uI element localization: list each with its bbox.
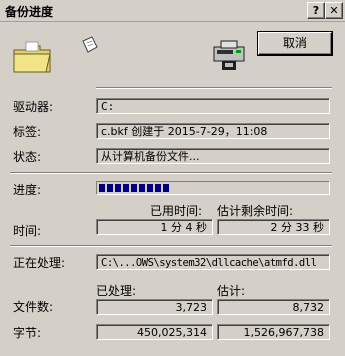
drive-label: 驱动器: [13, 100, 54, 114]
status-field: 从计算机备份文件... [96, 148, 330, 164]
estimated-header: 估计: [217, 284, 246, 298]
progress-block [155, 184, 161, 192]
tag-field: c.bkf 创建于 2015-7-29，11:08 [96, 123, 330, 139]
help-button[interactable]: ? [307, 2, 325, 19]
elapsed-time-field: 1 分 4 秒 [96, 219, 213, 235]
progress-fill [99, 184, 171, 192]
remaining-header: 估计剩余时间: [217, 204, 294, 218]
progress-bar [96, 181, 330, 195]
status-label: 状态: [13, 150, 42, 164]
files-estimated-field: 8,732 [217, 299, 330, 315]
progress-label: 进度: [13, 183, 42, 197]
files-processed-field: 3,723 [96, 299, 213, 315]
separator [96, 87, 332, 89]
processed-header: 已处理: [96, 284, 137, 298]
processing-label: 正在处理: [13, 256, 66, 270]
close-button[interactable]: ✕ [325, 2, 343, 19]
separator [10, 172, 332, 174]
progress-block [115, 184, 121, 192]
title-bar: 备份进度 ? ✕ [0, 0, 345, 22]
flying-document-icon [82, 36, 98, 53]
files-label: 文件数: [13, 300, 54, 314]
bytes-estimated-field: 1,526,967,738 [217, 324, 330, 340]
progress-block [163, 184, 169, 192]
progress-block [147, 184, 153, 192]
folder-icon [13, 41, 51, 73]
processing-field: C:\...OWS\system32\dllcache\atmfd.dll [96, 254, 330, 270]
remaining-time-field: 2 分 33 秒 [217, 219, 330, 235]
tape-drive-icon [213, 40, 245, 70]
bytes-label: 字节: [13, 326, 42, 340]
elapsed-header: 已用时间: [150, 204, 203, 218]
progress-block [107, 184, 113, 192]
cancel-button[interactable]: 取消 [258, 32, 332, 55]
window-title: 备份进度 [5, 5, 54, 19]
progress-block [139, 184, 145, 192]
progress-block [131, 184, 137, 192]
bytes-processed-field: 450,025,314 [96, 324, 213, 340]
drive-field: C: [96, 98, 330, 114]
time-label: 时间: [13, 224, 42, 238]
progress-block [123, 184, 129, 192]
tag-label: 标签: [13, 125, 42, 139]
separator [10, 245, 332, 247]
progress-block [99, 184, 105, 192]
